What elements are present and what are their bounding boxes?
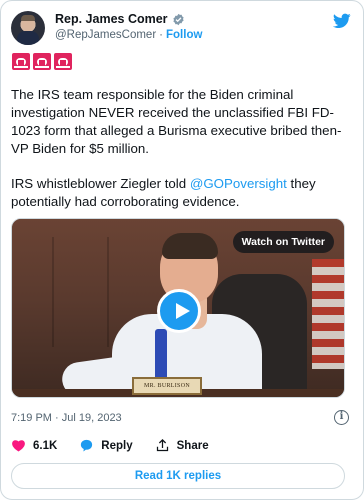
flag-image — [312, 259, 344, 369]
tweet-card: Rep. James Comer @RepJamesComer · Follow — [0, 0, 364, 500]
author-handle-row: @RepJamesComer · Follow — [55, 29, 202, 41]
video-thumbnail[interactable]: MR. BURLISON Watch on Twitter — [11, 218, 345, 398]
follow-button[interactable]: Follow — [166, 29, 202, 41]
wall-panel — [52, 237, 54, 347]
siren-icon — [54, 53, 72, 70]
twitter-bird-icon[interactable] — [333, 13, 351, 29]
play-icon[interactable] — [157, 289, 201, 333]
tweet-actions: 6.1K Reply Share — [11, 438, 209, 453]
wall-panel — [107, 237, 109, 347]
siren-icon — [33, 53, 51, 70]
tweet-text-segment: IRS whistleblower Ziegler told — [11, 176, 190, 191]
share-button[interactable]: Share — [155, 438, 209, 453]
like-button[interactable]: 6.1K — [11, 438, 57, 453]
speaker-hair-image — [162, 233, 218, 259]
like-count: 6.1K — [33, 439, 58, 452]
author-name-row[interactable]: Rep. James Comer — [55, 12, 185, 26]
read-replies-button[interactable]: Read 1K replies — [11, 463, 345, 489]
info-icon[interactable]: i — [334, 410, 349, 425]
verified-badge-icon — [172, 13, 184, 25]
siren-icon — [12, 53, 30, 70]
mention-link[interactable]: @GOPoversight — [190, 176, 287, 191]
tweet-header: Rep. James Comer @RepJamesComer · Follow — [11, 11, 351, 47]
watch-on-twitter-button[interactable]: Watch on Twitter — [232, 231, 334, 253]
author-name[interactable]: Rep. James Comer — [55, 12, 168, 26]
avatar[interactable] — [11, 11, 45, 45]
heart-icon — [12, 440, 25, 452]
share-icon — [156, 438, 168, 452]
reply-button[interactable]: Reply — [79, 438, 133, 453]
tweet-paragraph: IRS whistleblower Ziegler told @GOPovers… — [11, 175, 351, 211]
tweet-timestamp[interactable]: 7:19 PM · Jul 19, 2023 — [11, 412, 122, 424]
separator-dot: · — [159, 29, 163, 41]
reply-bubble-icon — [81, 439, 93, 452]
nameplate: MR. BURLISON — [132, 377, 202, 395]
tweet-paragraph: The IRS team responsible for the Biden c… — [11, 87, 342, 156]
siren-emoji-row — [12, 53, 72, 70]
author-handle[interactable]: @RepJamesComer — [55, 29, 156, 41]
share-label: Share — [176, 439, 209, 452]
reply-label: Reply — [101, 439, 133, 452]
tweet-text: The IRS team responsible for the Biden c… — [11, 86, 351, 228]
